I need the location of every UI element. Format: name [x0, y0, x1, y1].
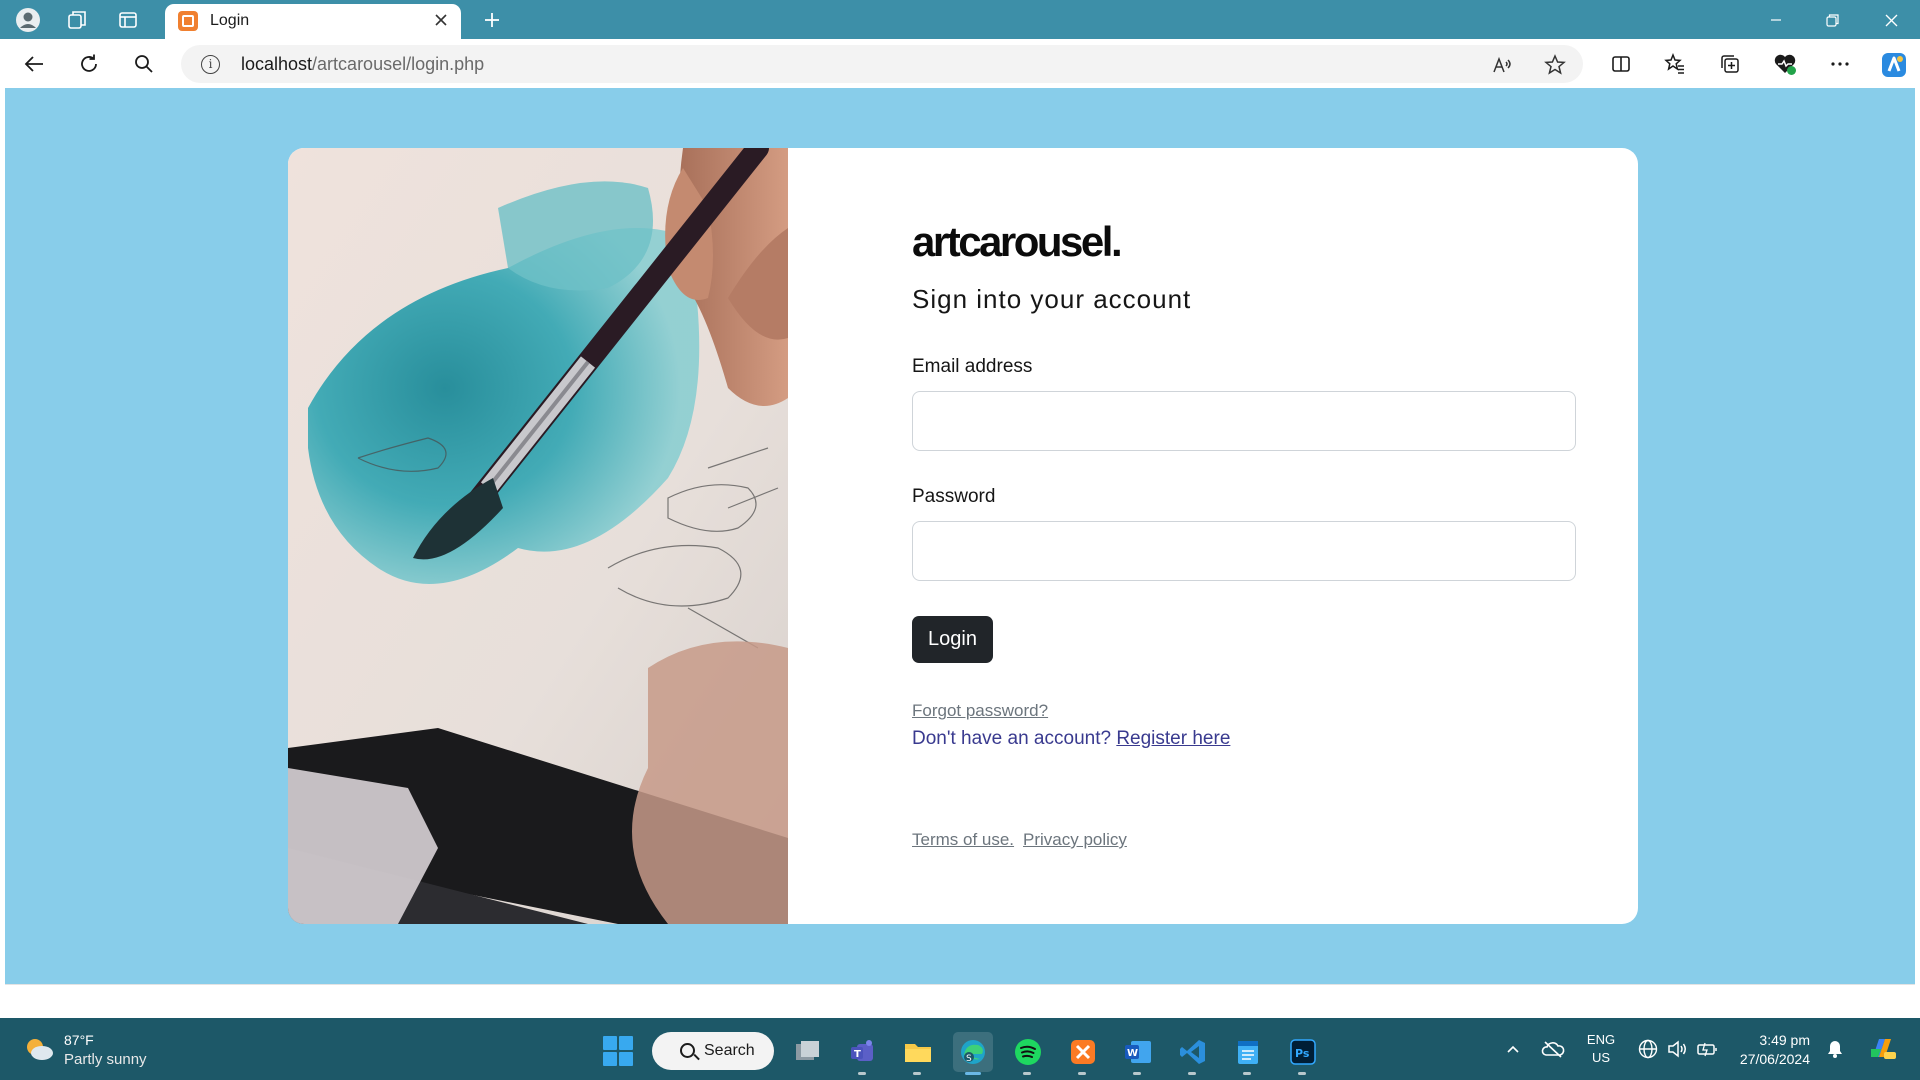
word-icon[interactable]: W [1118, 1032, 1158, 1075]
volume-icon[interactable] [1662, 1032, 1692, 1066]
favorites-icon[interactable] [1660, 49, 1690, 79]
address-bar[interactable]: i localhost/artcarousel/login.php [181, 45, 1583, 83]
taskbar-search-label: Search [704, 1042, 755, 1059]
terms-of-use-link[interactable]: Terms of use. [912, 830, 1014, 850]
teams-icon[interactable]: T [843, 1032, 883, 1075]
browser-essentials-icon[interactable] [1770, 49, 1800, 79]
file-explorer-icon[interactable] [898, 1032, 938, 1075]
taskbar-search[interactable]: Search [652, 1032, 774, 1070]
running-indicator [858, 1072, 866, 1075]
svg-text:T: T [854, 1049, 861, 1060]
photoshop-icon[interactable]: Ps [1283, 1032, 1323, 1075]
artcarousel-logo: artcarousel. [912, 218, 1123, 265]
notification-bell-icon[interactable] [1820, 1032, 1850, 1066]
privacy-policy-link[interactable]: Privacy policy [1023, 830, 1127, 850]
show-hidden-icons-chevron-icon[interactable] [1498, 1032, 1528, 1066]
browser-navbar: i localhost/artcarousel/login.php [0, 39, 1920, 88]
minimize-icon[interactable] [1753, 4, 1799, 36]
tab-title: Login [210, 12, 250, 29]
weather-description: Partly sunny [64, 1051, 147, 1068]
login-card: artcarousel. Sign into your account Emai… [288, 148, 1638, 924]
active-indicator [965, 1072, 981, 1075]
more-options-icon[interactable] [1825, 49, 1855, 79]
weather-widget[interactable]: 87°F Partly sunny [20, 1030, 220, 1070]
system-clock[interactable]: 3:49 pm 27/06/2024 [1730, 1031, 1810, 1069]
xampp-favicon-icon [178, 11, 198, 31]
password-label: Password [912, 486, 996, 507]
page-viewport: artcarousel. Sign into your account Emai… [5, 88, 1915, 984]
vscode-icon[interactable] [1173, 1032, 1213, 1075]
copilot-icon[interactable] [1878, 49, 1910, 81]
painting-photo [288, 148, 788, 924]
new-tab-icon[interactable] [478, 6, 506, 34]
register-prompt: Don't have an account? Register here [912, 728, 1230, 750]
email-field[interactable] [912, 391, 1576, 451]
read-aloud-icon[interactable] [1488, 51, 1516, 79]
email-label: Email address [912, 356, 1033, 377]
no-account-text: Don't have an account? [912, 728, 1117, 749]
windows-taskbar: 87°F Partly sunny Search T S W Ps ENG US… [0, 1018, 1920, 1080]
region-code: US [1591, 1050, 1611, 1065]
weather-temperature: 87°F [64, 1032, 94, 1048]
login-button[interactable]: Login [912, 616, 993, 663]
onedrive-icon[interactable] [1538, 1032, 1568, 1066]
svg-text:S: S [966, 1054, 972, 1064]
forgot-password-link[interactable]: Forgot password? [912, 701, 1048, 721]
restore-icon[interactable] [1809, 4, 1855, 36]
vertical-tabs-icon[interactable] [114, 6, 142, 34]
close-window-icon[interactable] [1868, 4, 1914, 36]
running-indicator [1298, 1072, 1306, 1075]
refresh-icon[interactable] [74, 49, 104, 79]
network-globe-icon[interactable] [1633, 1032, 1663, 1066]
collections-icon[interactable] [1715, 49, 1745, 79]
running-indicator [913, 1072, 921, 1075]
battery-icon[interactable] [1692, 1032, 1722, 1066]
edge-icon[interactable]: S [953, 1032, 993, 1075]
partly-sunny-icon [24, 1036, 54, 1060]
page-title: Sign into your account [912, 284, 1192, 314]
password-field[interactable] [912, 521, 1576, 581]
input-language[interactable]: ENG US [1583, 1031, 1619, 1067]
browser-titlebar: Login [0, 0, 1920, 39]
url-host: localhost [241, 54, 313, 74]
clock-date: 27/06/2024 [1739, 1051, 1810, 1067]
running-indicator [1023, 1072, 1031, 1075]
running-indicator [1133, 1072, 1141, 1075]
spotify-icon[interactable] [1008, 1032, 1048, 1075]
task-view-icon[interactable] [788, 1032, 828, 1072]
taskbar-search-icon [680, 1043, 695, 1058]
running-indicator [1188, 1072, 1196, 1075]
split-screen-icon[interactable] [1606, 49, 1636, 79]
workspaces-icon[interactable] [63, 6, 91, 34]
profile-icon[interactable] [14, 6, 42, 34]
url-path: /artcarousel/login.php [312, 54, 485, 74]
svg-text:W: W [1127, 1048, 1138, 1059]
register-link[interactable]: Register here [1116, 728, 1230, 749]
page-bottom-area [5, 984, 1915, 1018]
login-form: artcarousel. Sign into your account Emai… [788, 148, 1638, 924]
notepad-icon[interactable] [1228, 1032, 1268, 1075]
clock-time: 3:49 pm [1759, 1032, 1810, 1048]
svg-text:Ps: Ps [1295, 1047, 1310, 1060]
copilot-taskbar-icon[interactable] [1864, 1032, 1900, 1066]
back-icon[interactable] [19, 49, 49, 79]
windows-start-icon[interactable] [603, 1036, 633, 1066]
xampp-icon[interactable] [1063, 1032, 1103, 1075]
running-indicator [1078, 1072, 1086, 1075]
running-indicator [1243, 1072, 1251, 1075]
tab-login[interactable]: Login [165, 4, 461, 39]
close-tab-icon[interactable] [429, 8, 453, 32]
url-text[interactable]: localhost/artcarousel/login.php [241, 54, 484, 75]
search-icon[interactable] [129, 49, 159, 79]
language-code: ENG [1586, 1032, 1616, 1047]
favorite-star-icon[interactable] [1541, 51, 1569, 79]
site-info-icon[interactable]: i [201, 55, 220, 74]
